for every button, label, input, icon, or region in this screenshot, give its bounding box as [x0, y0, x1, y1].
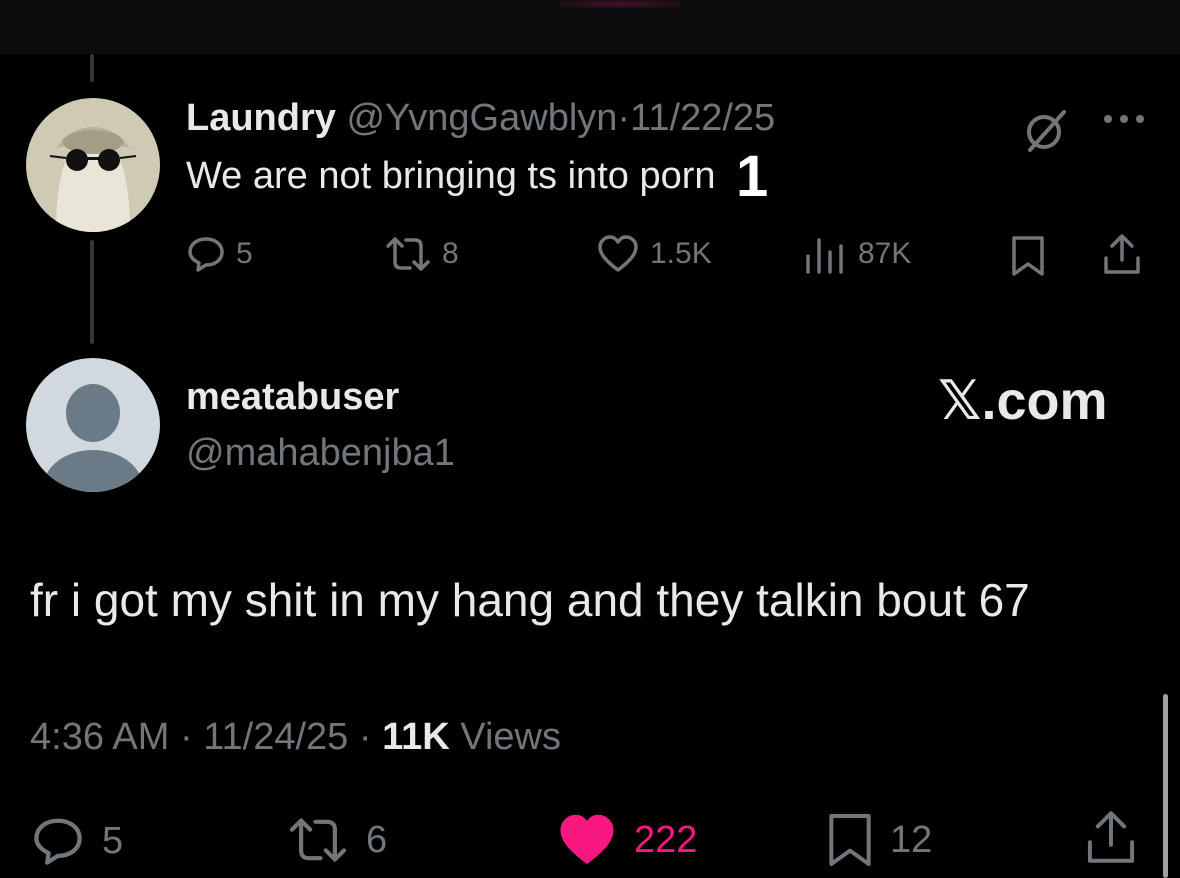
meta-separator-1: · — [179, 716, 193, 758]
repost-icon — [289, 818, 347, 862]
main-like-button[interactable]: 222 — [556, 812, 697, 868]
reply-reply-button[interactable]: 5 — [186, 234, 253, 274]
reply-handle[interactable]: @YvngGawblyn — [346, 97, 617, 139]
avatar-laundry-image — [26, 98, 160, 232]
status-bar-glow — [560, 0, 680, 8]
thread-line-bottom — [90, 240, 94, 344]
reply-views-count: 87K — [858, 237, 912, 270]
main-tweet-text: fr i got my shit in my hang and they tal… — [30, 574, 1030, 626]
main-bookmark-button[interactable]: 12 — [826, 810, 932, 870]
like-filled-icon — [560, 814, 614, 864]
tweet-meta: 4:36 AM · 11/24/25 · 11K Views — [30, 712, 561, 762]
reply-like-button[interactable]: 1.5K — [596, 234, 712, 274]
share-icon — [1087, 811, 1135, 863]
x-com-watermark: 𝕏.com — [938, 371, 1108, 431]
grok-icon[interactable] — [1020, 106, 1070, 161]
main-handle[interactable]: @mahabenjba1 — [186, 428, 455, 478]
overlay-number: 1 — [736, 144, 769, 209]
avatar-laundry[interactable] — [26, 98, 160, 232]
bookmark-icon — [1012, 236, 1044, 276]
main-repost-count: 6 — [366, 819, 388, 861]
reply-tweet-header: Laundry @YvngGawblyn·11/22/25 — [186, 94, 775, 142]
reply-share-button[interactable] — [1102, 232, 1142, 276]
meta-separator-2: · — [358, 716, 372, 758]
bookmark-icon — [829, 814, 871, 866]
views-icon — [806, 238, 843, 274]
like-icon — [598, 235, 638, 272]
reply-repost-button[interactable]: 8 — [384, 234, 459, 274]
status-bar — [0, 0, 1180, 54]
tweet-time[interactable]: 4:36 AM — [30, 716, 169, 758]
reply-like-count: 1.5K — [650, 237, 712, 270]
reply-bookmark-button[interactable] — [1010, 234, 1046, 278]
reply-date[interactable]: 11/22/25 — [630, 97, 775, 139]
repost-icon — [386, 237, 430, 271]
more-icon[interactable] — [1100, 112, 1150, 131]
default-avatar-icon — [26, 358, 160, 492]
share-icon — [1104, 234, 1140, 274]
thread-line-top — [90, 54, 94, 82]
scrollbar[interactable] — [1163, 694, 1168, 878]
main-bookmark-count: 12 — [890, 819, 933, 861]
avatar-meatabuser[interactable] — [26, 358, 160, 492]
reply-separator: · — [617, 97, 631, 139]
reply-views-button[interactable]: 87K — [802, 234, 911, 274]
tweet-date[interactable]: 11/24/25 — [203, 716, 348, 758]
main-reply-button[interactable]: 5 — [30, 814, 123, 868]
reply-icon — [34, 818, 82, 865]
reply-repost-count: 8 — [442, 237, 459, 270]
main-like-count: 222 — [634, 819, 698, 861]
reply-tweet-text: We are not bringing ts into porn — [186, 155, 716, 197]
views-label: Views — [460, 716, 561, 758]
views-count: 11K — [382, 716, 450, 758]
main-share-button[interactable] — [1084, 808, 1138, 866]
reply-display-name[interactable]: Laundry — [186, 97, 336, 139]
reply-reply-count: 5 — [236, 237, 253, 270]
main-repost-button[interactable]: 6 — [286, 814, 387, 866]
main-reply-count: 5 — [102, 820, 124, 862]
main-display-name[interactable]: meatabuser — [186, 372, 399, 422]
reply-icon — [188, 237, 224, 272]
